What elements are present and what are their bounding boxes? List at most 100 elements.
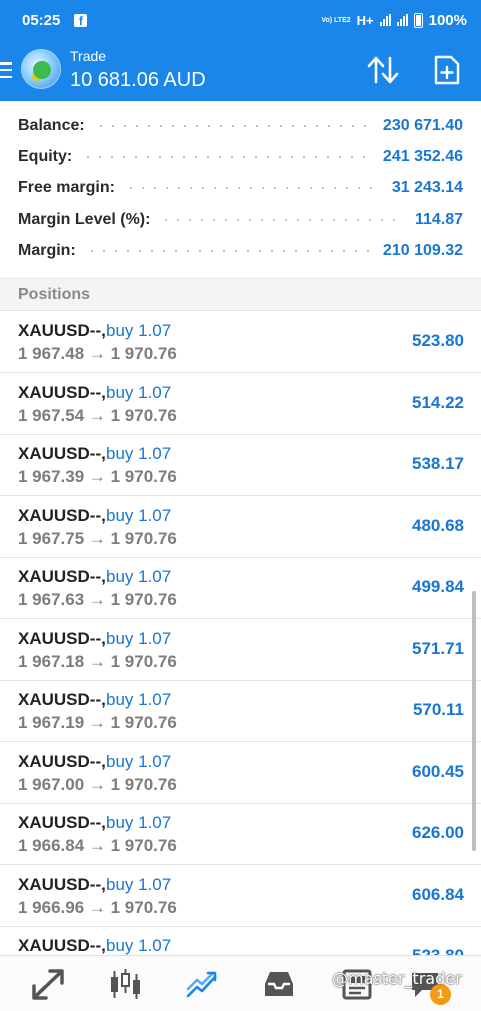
- position-row[interactable]: XAUUSD--, buy 1.07 1 967.19 → 1 970.76 570.…: [0, 680, 481, 742]
- menu-icon[interactable]: [0, 62, 12, 78]
- position-prices: 1 966.84 → 1 970.76: [18, 836, 177, 855]
- leader-dots: [160, 219, 405, 221]
- summary-label: Equity:: [18, 148, 73, 165]
- app-bar: Trade 10 681.06 AUD: [0, 40, 481, 101]
- summary-label: Balance:: [18, 117, 85, 134]
- position-prices: 1 966.96 → 1 970.76: [18, 898, 177, 917]
- position-profit: 571.71: [412, 639, 464, 658]
- position-side: buy 1.07: [106, 690, 172, 709]
- metatrader-logo: [21, 49, 61, 89]
- summary-row-margin-level: Margin Level (%): 114.87: [18, 208, 463, 232]
- position-row[interactable]: XAUUSD--, buy 1.07 1 967.18 → 1 970.76 571.…: [0, 619, 481, 681]
- position-row[interactable]: XAUUSD--, buy 1.07 1 967.48 → 1 970.76 523.…: [0, 311, 481, 373]
- position-symbol: XAUUSD--,: [18, 813, 106, 832]
- facebook-notification-icon: f: [74, 13, 88, 28]
- position-symbol: XAUUSD--,: [18, 506, 106, 525]
- position-row[interactable]: XAUUSD--,buy 1.07 523.80: [0, 926, 481, 955]
- new-order-icon[interactable]: [433, 54, 461, 86]
- position-row[interactable]: XAUUSD--, buy 1.07 1 967.63 → 1 970.76 499.…: [0, 557, 481, 619]
- leader-dots: [85, 250, 373, 252]
- summary-value: 230 671.40: [382, 117, 463, 134]
- position-profit: 538.17: [412, 454, 464, 473]
- sort-icon[interactable]: [366, 55, 400, 85]
- position-symbol: XAUUSD--,: [18, 567, 106, 586]
- position-prices: 1 967.18 → 1 970.76: [18, 652, 177, 671]
- position-row[interactable]: XAUUSD--, buy 1.07 1 966.84 → 1 970.76 626.…: [0, 803, 481, 865]
- position-profit: 514.22: [412, 393, 464, 412]
- position-symbol: XAUUSD--,: [18, 690, 106, 709]
- position-prices: 1 967.75 → 1 970.76: [18, 529, 177, 548]
- position-side: buy 1.07: [106, 506, 172, 525]
- summary-label: Margin Level (%):: [18, 211, 151, 228]
- summary-row-free-margin: Free margin: 31 243.14: [18, 176, 463, 200]
- position-side: buy 1.07: [106, 752, 172, 771]
- position-row[interactable]: XAUUSD--, buy 1.07 1 967.00 → 1 970.76 600.…: [0, 742, 481, 804]
- status-bar: 05:25 f Vo) LTE2 H+ 100%: [0, 0, 481, 40]
- summary-value: 114.87: [414, 211, 463, 228]
- leader-dots: [124, 187, 382, 189]
- position-profit: 600.45: [412, 762, 464, 781]
- network-type: H+: [356, 12, 374, 28]
- position-profit: 523.80: [412, 946, 464, 955]
- summary-label: Free margin:: [18, 179, 115, 196]
- signal-icon: [379, 14, 391, 26]
- position-side: buy 1.07: [106, 875, 172, 894]
- position-prices: 1 967.63 → 1 970.76: [18, 590, 177, 609]
- battery-percent: 100%: [428, 11, 467, 29]
- summary-value: 210 109.32: [382, 242, 463, 259]
- position-side: buy 1.07: [106, 936, 172, 955]
- position-symbol: XAUUSD--,: [18, 321, 106, 340]
- position-symbol: XAUUSD--,: [18, 752, 106, 771]
- summary-label: Margin:: [18, 242, 76, 259]
- position-profit: 480.68: [412, 516, 464, 535]
- position-prices: 1 967.39 → 1 970.76: [18, 467, 177, 486]
- positions-section-header: Positions: [0, 279, 481, 311]
- summary-row-balance: Balance: 230 671.40: [18, 114, 463, 138]
- screen-title: Trade: [70, 48, 107, 64]
- position-symbol: XAUUSD--,: [18, 444, 106, 463]
- position-symbol: XAUUSD--,: [18, 875, 106, 894]
- position-side: buy 1.07: [106, 321, 172, 340]
- volte-indicator: Vo) LTE2: [321, 16, 351, 24]
- account-summary: Balance: 230 671.40 Equity: 241 352.46 Fre…: [0, 101, 481, 279]
- leader-dots: [94, 125, 373, 127]
- summary-row-margin: Margin: 210 109.32: [18, 239, 463, 263]
- chart-icon[interactable]: [108, 968, 142, 1000]
- position-symbol: XAUUSD--,: [18, 936, 106, 955]
- position-symbol: XAUUSD--,: [18, 383, 106, 402]
- battery-icon: [413, 12, 423, 28]
- position-side: buy 1.07: [106, 813, 172, 832]
- position-row[interactable]: XAUUSD--, buy 1.07 1 967.75 → 1 970.76 480.…: [0, 496, 481, 558]
- positions-title: Positions: [18, 286, 91, 303]
- history-icon[interactable]: [262, 968, 296, 1000]
- position-prices: 1 967.00 → 1 970.76: [18, 775, 177, 794]
- positions-list[interactable]: XAUUSD--, buy 1.07 1 967.48 → 1 970.76 523.…: [0, 311, 481, 955]
- position-side: buy 1.07: [106, 444, 172, 463]
- scrollbar[interactable]: [472, 591, 476, 851]
- position-row[interactable]: XAUUSD--, buy 1.07 1 967.39 → 1 970.76 538.…: [0, 434, 481, 496]
- position-row[interactable]: XAUUSD--, buy 1.07 1 967.54 → 1 970.76 514.…: [0, 373, 481, 435]
- position-side: buy 1.07: [106, 383, 172, 402]
- position-side: buy 1.07: [106, 567, 172, 586]
- position-symbol: XAUUSD--,: [18, 629, 106, 648]
- quotes-icon[interactable]: [31, 968, 65, 1000]
- watermark: @master_trader: [332, 969, 462, 988]
- position-profit: 499.84: [412, 577, 464, 596]
- position-profit: 570.11: [412, 700, 464, 719]
- position-profit: 606.84: [412, 885, 464, 904]
- trade-icon[interactable]: [185, 968, 219, 1000]
- position-side: buy 1.07: [106, 629, 172, 648]
- position-prices: 1 967.54 → 1 970.76: [18, 406, 177, 425]
- position-profit: 626.00: [412, 823, 464, 842]
- summary-value: 241 352.46: [382, 148, 463, 165]
- position-profit: 523.80: [412, 331, 464, 350]
- status-time: 05:25: [22, 11, 61, 29]
- header-balance: 10 681.06 AUD: [70, 69, 206, 91]
- position-row[interactable]: XAUUSD--, buy 1.07 1 966.96 → 1 970.76 606.…: [0, 865, 481, 927]
- leader-dots: [82, 156, 373, 158]
- position-prices: 1 967.48 → 1 970.76: [18, 344, 177, 363]
- summary-value: 31 243.14: [391, 179, 463, 196]
- summary-row-equity: Equity: 241 352.46: [18, 145, 463, 169]
- position-prices: 1 967.19 → 1 970.76: [18, 713, 177, 732]
- signal-icon-2: [396, 14, 408, 26]
